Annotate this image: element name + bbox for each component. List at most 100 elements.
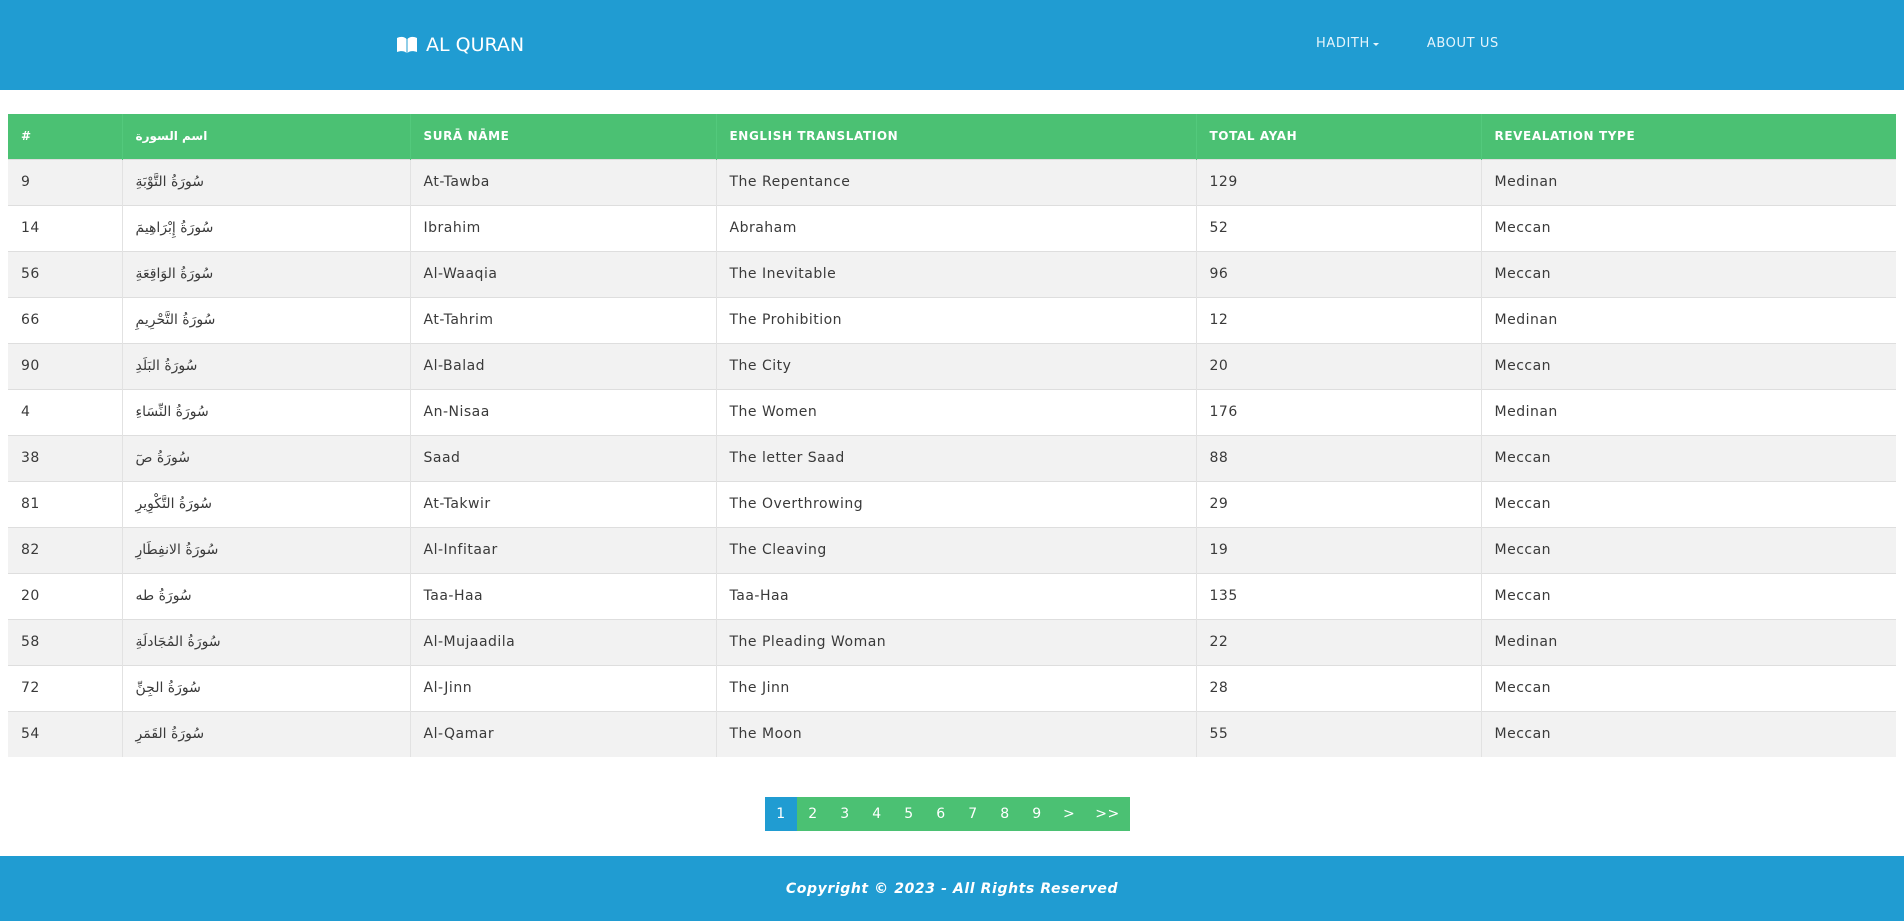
arabic-name-cell: سُورَةُ الوَاقِعَةِ — [121, 250, 410, 297]
sura-name-cell: Al-Mujaadila — [409, 618, 716, 665]
english-translation-cell: The Moon — [715, 710, 1196, 757]
sura-name-cell: Taa-Haa — [409, 572, 716, 619]
english-translation-cell: The letter Saad — [715, 434, 1196, 481]
page-button-9[interactable]: 9 — [1021, 797, 1053, 831]
brand-link[interactable]: AL QURAN — [396, 32, 524, 58]
table-row: 14 سُورَةُ إِبْرَاهِيمَ Ibrahim Abraham 52 Me… — [8, 204, 1896, 251]
sura-name-cell: At-Tahrim — [409, 296, 716, 343]
sura-name-cell: Al-Waaqia — [409, 250, 716, 297]
sura-name-cell: An-Nisaa — [409, 388, 716, 435]
english-translation-cell: The Pleading Woman — [715, 618, 1196, 665]
english-translation-cell: The Repentance — [715, 158, 1196, 205]
sura-name-cell: Al-Infitaar — [409, 526, 716, 573]
english-translation-cell: The Overthrowing — [715, 480, 1196, 527]
english-translation-cell: The Inevitable — [715, 250, 1196, 297]
total-ayah-cell: 176 — [1195, 388, 1481, 435]
revelation-type-cell: Meccan — [1480, 342, 1896, 389]
column-header-number: # — [8, 114, 122, 159]
surah-number-cell: 56 — [8, 250, 122, 297]
sura-name-cell: Al-Jinn — [409, 664, 716, 711]
column-header-revelation-type: REVEALATION TYPE — [1480, 114, 1896, 159]
english-translation-cell: The City — [715, 342, 1196, 389]
table-row: 72 سُورَةُ الجِنِّ Al-Jinn The Jinn 28 Meccan — [8, 664, 1896, 711]
surah-number-cell: 66 — [8, 296, 122, 343]
arabic-name-cell: سُورَةُ النِّسَاءِ — [121, 388, 410, 435]
page-button-3[interactable]: 3 — [829, 797, 861, 831]
arabic-name-cell: سُورَةُ التَّوْبَةِ — [121, 158, 410, 205]
sura-name-cell: At-Tawba — [409, 158, 716, 205]
page-button-7[interactable]: 7 — [957, 797, 989, 831]
surah-number-cell: 58 — [8, 618, 122, 665]
table-row: 56 سُورَةُ الوَاقِعَةِ Al-Waaqia The Inevit… — [8, 250, 1896, 297]
english-translation-cell: The Jinn — [715, 664, 1196, 711]
revelation-type-cell: Meccan — [1480, 710, 1896, 757]
surah-number-cell: 90 — [8, 342, 122, 389]
table-header-row: # اسم السورة SURĀ NĀME ENGLISH TRANSLATI… — [8, 114, 1896, 159]
surah-number-cell: 72 — [8, 664, 122, 711]
sura-name-cell: Saad — [409, 434, 716, 481]
english-translation-cell: Abraham — [715, 204, 1196, 251]
total-ayah-cell: 29 — [1195, 480, 1481, 527]
page-button-8[interactable]: 8 — [989, 797, 1021, 831]
surah-number-cell: 81 — [8, 480, 122, 527]
revelation-type-cell: Meccan — [1480, 572, 1896, 619]
nav-about-us[interactable]: ABOUT US — [1427, 36, 1499, 51]
surah-number-cell: 20 — [8, 572, 122, 619]
table-row: 54 سُورَةُ القَمَرِ Al-Qamar The Moon 55 Mecc… — [8, 710, 1896, 757]
arabic-name-cell: سُورَةُ طه — [121, 572, 410, 619]
revelation-type-cell: Medinan — [1480, 618, 1896, 665]
page-button-6[interactable]: 6 — [925, 797, 957, 831]
table-row: 81 سُورَةُ التَّكْوِيرِ At-Takwir The Overt… — [8, 480, 1896, 527]
column-header-sura-name: SURĀ NĀME — [409, 114, 716, 159]
sura-name-cell: Ibrahim — [409, 204, 716, 251]
top-navbar: AL QURAN HADITH ABOUT US — [0, 0, 1904, 90]
total-ayah-cell: 88 — [1195, 434, 1481, 481]
column-header-total-ayah: TOTAL AYAH — [1195, 114, 1481, 159]
brand-label: AL QURAN — [426, 34, 525, 56]
arabic-name-cell: سُورَةُ التَّحْرِيمِ — [121, 296, 410, 343]
table-row: 9 سُورَةُ التَّوْبَةِ At-Tawba The Repentan… — [8, 158, 1896, 205]
sura-name-cell: Al-Qamar — [409, 710, 716, 757]
nav-hadith-dropdown[interactable]: HADITH — [1316, 36, 1379, 51]
copyright-text: Copyright © 2023 - All Rights Reserved — [785, 880, 1119, 897]
table-body: 9 سُورَةُ التَّوْبَةِ At-Tawba The Repentan… — [8, 158, 1896, 757]
surah-number-cell: 14 — [8, 204, 122, 251]
revelation-type-cell: Meccan — [1480, 250, 1896, 297]
nav-about-label: ABOUT US — [1426, 36, 1499, 51]
revelation-type-cell: Meccan — [1480, 204, 1896, 251]
page-button-5[interactable]: 5 — [893, 797, 925, 831]
total-ayah-cell: 19 — [1195, 526, 1481, 573]
surah-number-cell: 9 — [8, 158, 122, 205]
english-translation-cell: Taa-Haa — [715, 572, 1196, 619]
next-page-button[interactable]: > — [1053, 797, 1086, 831]
total-ayah-cell: 20 — [1195, 342, 1481, 389]
table-row: 90 سُورَةُ البَلَدِ Al-Balad The City 20 Mecc… — [8, 342, 1896, 389]
page-button-2[interactable]: 2 — [797, 797, 829, 831]
nav-hadith-label: HADITH — [1316, 36, 1370, 51]
arabic-name-cell: سُورَةُ إِبْرَاهِيمَ — [121, 204, 410, 251]
page-button-4[interactable]: 4 — [861, 797, 893, 831]
surah-table-container: # اسم السورة SURĀ NĀME ENGLISH TRANSLATI… — [8, 114, 1896, 757]
column-header-english-translation: ENGLISH TRANSLATION — [715, 114, 1196, 159]
surah-number-cell: 82 — [8, 526, 122, 573]
total-ayah-cell: 129 — [1195, 158, 1481, 205]
arabic-name-cell: سُورَةُ البَلَدِ — [121, 342, 410, 389]
arabic-name-cell: سُورَةُ التَّكْوِيرِ — [121, 480, 410, 527]
footer: Copyright © 2023 - All Rights Reserved — [0, 856, 1904, 921]
last-page-button[interactable]: >> — [1085, 797, 1130, 831]
total-ayah-cell: 22 — [1195, 618, 1481, 665]
table-row: 58 سُورَةُ المُجَادلَةِ Al-Mujaadila The Pl… — [8, 618, 1896, 665]
revelation-type-cell: Medinan — [1480, 296, 1896, 343]
sura-name-cell: Al-Balad — [409, 342, 716, 389]
caret-down-icon — [1372, 42, 1379, 46]
total-ayah-cell: 135 — [1195, 572, 1481, 619]
arabic-name-cell: سُورَةُ صٓ — [121, 434, 410, 481]
arabic-name-cell: سُورَةُ الجِنِّ — [121, 664, 410, 711]
surah-number-cell: 54 — [8, 710, 122, 757]
table-row: 82 سُورَةُ الانفِطَارِ Al-Infitaar The Clea… — [8, 526, 1896, 573]
page-button-1[interactable]: 1 — [765, 797, 797, 831]
revelation-type-cell: Medinan — [1480, 388, 1896, 435]
revelation-type-cell: Meccan — [1480, 664, 1896, 711]
total-ayah-cell: 52 — [1195, 204, 1481, 251]
total-ayah-cell: 12 — [1195, 296, 1481, 343]
